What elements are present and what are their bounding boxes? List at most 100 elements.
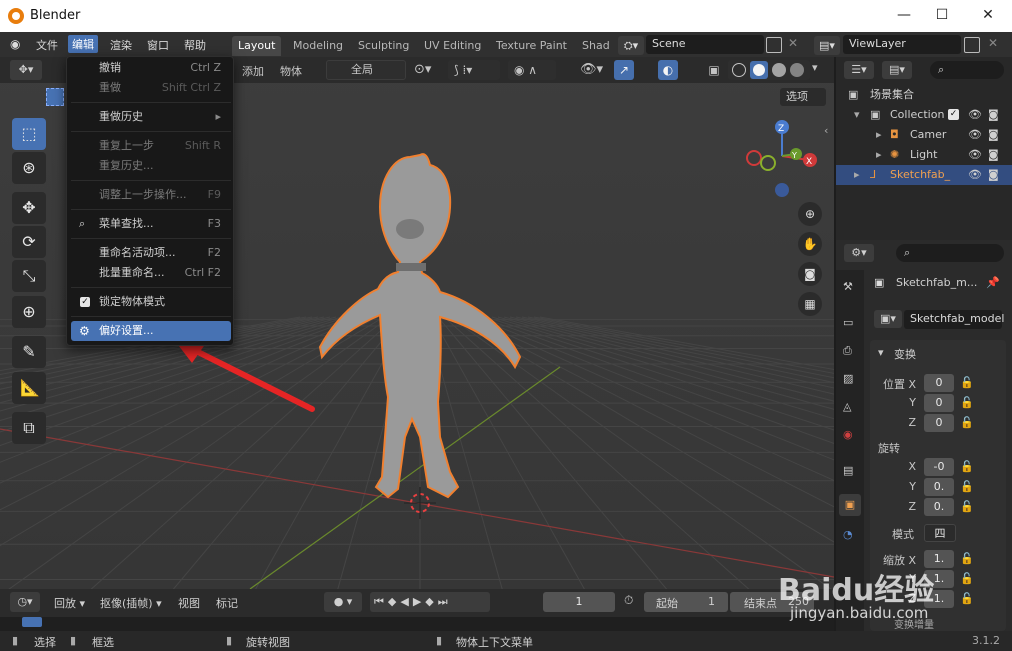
rotation-y-field[interactable]: 0. xyxy=(924,478,954,496)
solid-shading-icon[interactable] xyxy=(750,61,768,79)
tab-layout[interactable]: Layout xyxy=(232,36,282,56)
camera-render-icon[interactable]: ◙ xyxy=(988,105,999,125)
gizmo-toggle-icon[interactable]: ↗ xyxy=(614,60,634,80)
lock-icon[interactable]: 🔓 xyxy=(960,416,974,429)
annotate-tool[interactable]: ✎ xyxy=(12,336,46,368)
pin-icon[interactable]: 📌 xyxy=(986,276,1000,289)
cursor-tool[interactable]: ⊛ xyxy=(12,152,46,184)
location-y-field[interactable]: 0 xyxy=(924,394,954,412)
menu-item-lock-object-modes[interactable]: ✓ 锁定物体模式 xyxy=(71,292,231,312)
outliner-type-icon[interactable]: ☰▾ xyxy=(844,61,874,79)
menu-item-batch-rename[interactable]: 批量重命名... Ctrl F2 xyxy=(71,263,231,283)
overlays-icon[interactable]: ◐ xyxy=(658,60,678,80)
current-frame-field[interactable]: 1 xyxy=(543,592,615,612)
scene-field[interactable]: Scene xyxy=(646,35,764,54)
menu-item-menu-search[interactable]: ⌕ 菜单查找... F3 xyxy=(71,214,231,234)
visibility-icon[interactable]: 👁▾ xyxy=(580,60,610,80)
pivot-point-icon[interactable]: ⊙▾ xyxy=(414,61,442,79)
lock-icon[interactable]: 🔓 xyxy=(960,552,974,565)
minimize-button[interactable]: — xyxy=(884,4,924,28)
proportional-editing-icon[interactable]: ◉ ∧ xyxy=(508,60,556,80)
scene-selector-icon[interactable]: ⛭▾ xyxy=(618,36,644,55)
menu-object[interactable]: 物体 xyxy=(280,63,302,79)
material-shading-icon[interactable] xyxy=(772,63,786,77)
close-button[interactable]: ✕ xyxy=(968,4,1008,28)
perspective-grid-icon[interactable]: ▦ xyxy=(798,292,822,316)
lock-icon[interactable]: 🔓 xyxy=(960,572,974,585)
move-tool[interactable]: ✥ xyxy=(12,192,46,224)
object-properties-icon[interactable]: ▣ xyxy=(839,494,861,516)
blender-menu-icon[interactable]: ◉ xyxy=(10,37,26,51)
view-layer-selector-icon[interactable]: ▤▾ xyxy=(814,36,840,55)
marker-menu[interactable]: 标记 xyxy=(216,595,238,611)
select-box-mode-icon[interactable] xyxy=(46,88,64,106)
keying-menu[interactable]: 抠像(插帧) ▾ xyxy=(100,595,162,611)
object-name-field[interactable]: Sketchfab_model xyxy=(904,310,1004,329)
view-layer-field[interactable]: ViewLayer xyxy=(843,35,961,54)
menu-item-rename-active[interactable]: 重命名活动项... F2 xyxy=(71,243,231,263)
camera-render-icon[interactable]: ◙ xyxy=(988,125,999,145)
view-layer-icon[interactable]: ▨ xyxy=(843,372,853,385)
tab-uv-editing[interactable]: UV Editing xyxy=(418,36,487,56)
snap-icon[interactable]: ⟆ ⁞▾ xyxy=(448,60,500,80)
collapse-arrow-icon[interactable]: ▾ xyxy=(878,346,884,359)
camera-render-icon[interactable]: ◙ xyxy=(988,165,999,185)
outliner-item-camera[interactable]: ▸ ◘ Camer 👁 ◙ xyxy=(836,125,1012,145)
expand-arrow-icon[interactable]: ▸ xyxy=(876,125,882,145)
camera-view-icon[interactable]: ◙ xyxy=(798,262,822,286)
playhead[interactable] xyxy=(22,617,42,627)
tool-settings-icon[interactable]: ⚒ xyxy=(843,280,853,293)
menu-help[interactable]: 帮助 xyxy=(184,37,206,53)
checkbox-checked-icon[interactable]: ✓ xyxy=(948,109,959,120)
navigation-gizmo[interactable]: Z X Y xyxy=(740,116,830,206)
properties-type-icon[interactable]: ⚙▾ xyxy=(844,244,874,262)
menu-item-preferences[interactable]: ⚙ 偏好设置... xyxy=(71,321,231,341)
add-cube-tool[interactable]: ⧉ xyxy=(12,412,46,444)
shading-dropdown-icon[interactable]: ▾ xyxy=(812,61,818,74)
menu-window[interactable]: 窗口 xyxy=(147,37,169,53)
new-view-layer-icon[interactable] xyxy=(964,37,980,53)
select-mode-icon[interactable]: ✥▾ xyxy=(10,60,42,80)
auto-keying-icon[interactable]: ● ▾ xyxy=(324,592,362,612)
eye-icon[interactable]: 👁 xyxy=(968,165,982,185)
lock-icon[interactable]: 🔓 xyxy=(960,376,974,389)
outliner-scene-collection[interactable]: ▣ 场景集合 xyxy=(836,85,1012,105)
tab-shading[interactable]: Shad xyxy=(576,36,616,56)
rotation-x-field[interactable]: -0 xyxy=(924,458,954,476)
lock-icon[interactable]: 🔓 xyxy=(960,592,974,605)
render-properties-icon[interactable]: ▭ xyxy=(843,316,853,329)
select-box-tool[interactable]: ⬚ xyxy=(12,118,46,150)
location-z-field[interactable]: 0 xyxy=(924,414,954,432)
scene-properties-icon[interactable]: ◬ xyxy=(843,400,851,413)
timeline-scrub-area[interactable] xyxy=(0,617,834,631)
pan-hand-icon[interactable]: ✋ xyxy=(798,232,822,256)
eye-icon[interactable]: 👁 xyxy=(968,125,982,145)
outliner-search-input[interactable]: ⌕ xyxy=(930,61,1004,79)
new-scene-icon[interactable] xyxy=(766,37,782,53)
expand-arrow-icon[interactable]: ▸ xyxy=(876,145,882,165)
location-x-field[interactable]: 0 xyxy=(924,374,954,392)
object-browse-icon[interactable]: ▣▾ xyxy=(874,310,902,328)
rotation-z-field[interactable]: 0. xyxy=(924,498,954,516)
collection-properties-icon[interactable]: ▤ xyxy=(843,464,853,477)
tab-modeling[interactable]: Modeling xyxy=(287,36,349,56)
delete-view-layer-icon[interactable]: ✕ xyxy=(988,36,998,50)
delete-scene-icon[interactable]: ✕ xyxy=(788,36,798,50)
maximize-button[interactable]: ☐ xyxy=(922,4,962,28)
menu-render[interactable]: 渲染 xyxy=(110,37,132,53)
tab-texture-paint[interactable]: Texture Paint xyxy=(490,36,573,56)
timeline-type-icon[interactable]: ◷▾ xyxy=(10,592,40,612)
transform-tool[interactable]: ⊕ xyxy=(12,296,46,328)
timeline-view-menu[interactable]: 视图 xyxy=(178,595,200,611)
rotation-mode-dropdown[interactable]: 四 xyxy=(924,524,956,542)
expand-arrow-icon[interactable]: ▾ xyxy=(854,105,860,125)
menu-edit[interactable]: 编辑 xyxy=(68,35,98,53)
display-mode-icon[interactable]: ▤▾ xyxy=(882,61,912,79)
outliner-item-light[interactable]: ▸ ✺ Light 👁 ◙ xyxy=(836,145,1012,165)
expand-arrow-icon[interactable]: ▸ xyxy=(854,165,860,185)
menu-item-undo[interactable]: 撤销 Ctrl Z xyxy=(71,58,231,78)
lock-icon[interactable]: 🔓 xyxy=(960,396,974,409)
eye-icon[interactable]: 👁 xyxy=(968,145,982,165)
tab-sculpting[interactable]: Sculpting xyxy=(352,36,415,56)
outliner-item-sketchfab[interactable]: ▸ ⅃ Sketchfab_ 👁 ◙ xyxy=(836,165,1012,185)
